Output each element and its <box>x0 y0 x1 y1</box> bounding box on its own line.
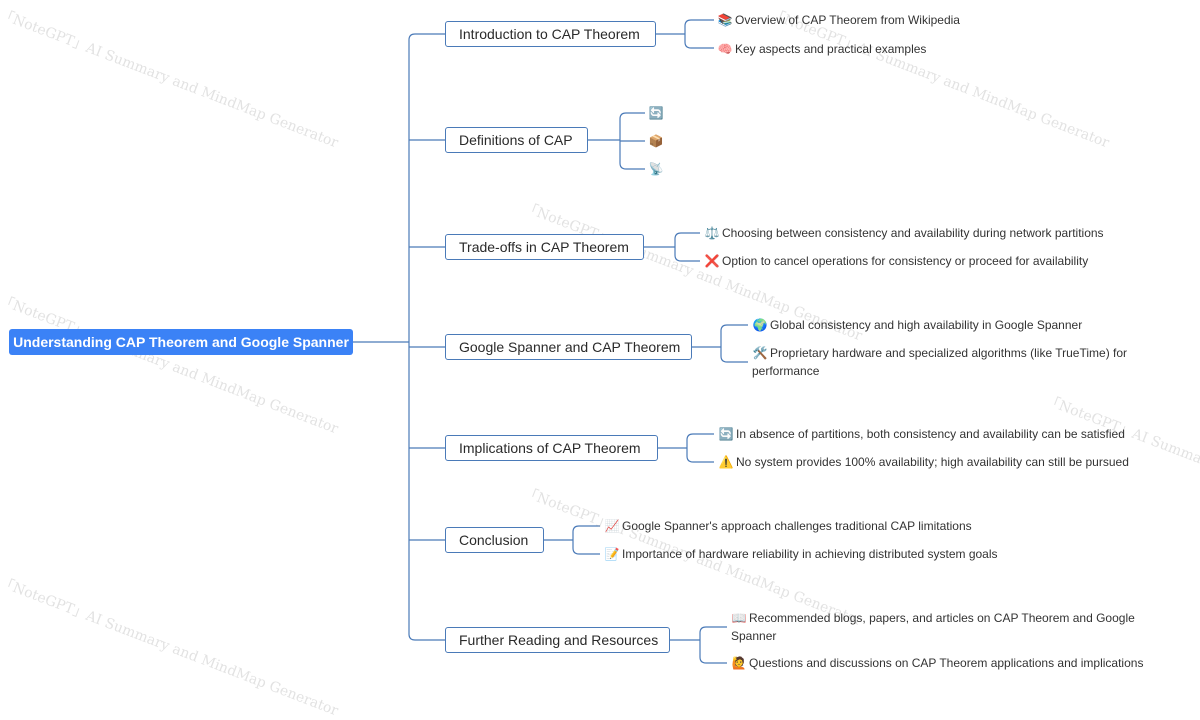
tools-icon: 🛠️ <box>752 346 768 360</box>
leaf-node[interactable]: 📡 <box>648 160 666 178</box>
leaf-connector <box>720 324 748 363</box>
cross-mark-icon: ❌ <box>704 254 720 268</box>
leaf-node[interactable]: 🔄 <box>648 104 666 122</box>
leaf-node[interactable]: 🙋 Questions and discussions on CAP Theore… <box>731 654 1144 672</box>
leaf-node[interactable]: 🔄 In absence of partitions, both consiste… <box>718 425 1125 443</box>
trunk-connector <box>408 33 416 641</box>
leaf-node[interactable]: 📖 Recommended blogs, papers, and articles… <box>731 609 1169 645</box>
root-node[interactable]: Understanding CAP Theorem and Google Spa… <box>9 329 353 355</box>
leaf-node[interactable]: 📚 Overview of CAP Theorem from Wikipedia <box>717 11 960 29</box>
leaf-connector <box>686 433 714 463</box>
books-icon: 📚 <box>717 13 733 27</box>
leaf-node[interactable]: ⚖️ Choosing between consistency and avail… <box>704 224 1104 242</box>
branch-node-conclusion[interactable]: Conclusion <box>445 527 544 553</box>
refresh-icon: 🔄 <box>648 106 664 120</box>
leaf-node[interactable]: 📦 <box>648 132 666 150</box>
leaf-node[interactable]: 📝 Importance of hardware reliability in a… <box>604 545 998 563</box>
warning-icon: ⚠️ <box>718 455 734 469</box>
branch-node-definitions[interactable]: Definitions of CAP <box>445 127 588 153</box>
chart-up-icon: 📈 <box>604 519 620 533</box>
leaf-node[interactable]: ❌ Option to cancel operations for consist… <box>704 252 1089 270</box>
leaf-connector <box>699 626 727 664</box>
branch-node-trade-offs[interactable]: Trade-offs in CAP Theorem <box>445 234 644 260</box>
person-raising-hand-icon: 🙋 <box>731 656 747 670</box>
branch-node-introduction[interactable]: Introduction to CAP Theorem <box>445 21 656 47</box>
brain-icon: 🧠 <box>717 42 733 56</box>
leaf-node[interactable]: 🛠️ Proprietary hardware and specialized a… <box>752 344 1184 380</box>
branch-node-google-spanner[interactable]: Google Spanner and CAP Theorem <box>445 334 692 360</box>
leaf-node[interactable]: 🌍 Global consistency and high availabilit… <box>752 316 1083 334</box>
leaf-node[interactable]: 🧠 Key aspects and practical examples <box>717 40 927 58</box>
leaf-connector <box>684 19 714 49</box>
branch-node-further-reading[interactable]: Further Reading and Resources <box>445 627 670 653</box>
satellite-dish-icon: 📡 <box>648 162 664 176</box>
refresh-icon: 🔄 <box>718 427 734 441</box>
leaf-connector <box>674 232 700 262</box>
leaf-connector <box>572 525 600 555</box>
open-book-icon: 📖 <box>731 611 747 625</box>
package-icon: 📦 <box>648 134 664 148</box>
mind-map-canvas: 「NoteGPT」AI Summary and MindMap Generato… <box>0 0 1200 719</box>
balance-scale-icon: ⚖️ <box>704 226 720 240</box>
leaf-node[interactable]: 📈 Google Spanner's approach challenges tr… <box>604 517 972 535</box>
globe-icon: 🌍 <box>752 318 768 332</box>
leaf-node[interactable]: ⚠️ No system provides 100% availability; … <box>718 453 1129 471</box>
memo-icon: 📝 <box>604 547 620 561</box>
branch-node-implications[interactable]: Implications of CAP Theorem <box>445 435 658 461</box>
